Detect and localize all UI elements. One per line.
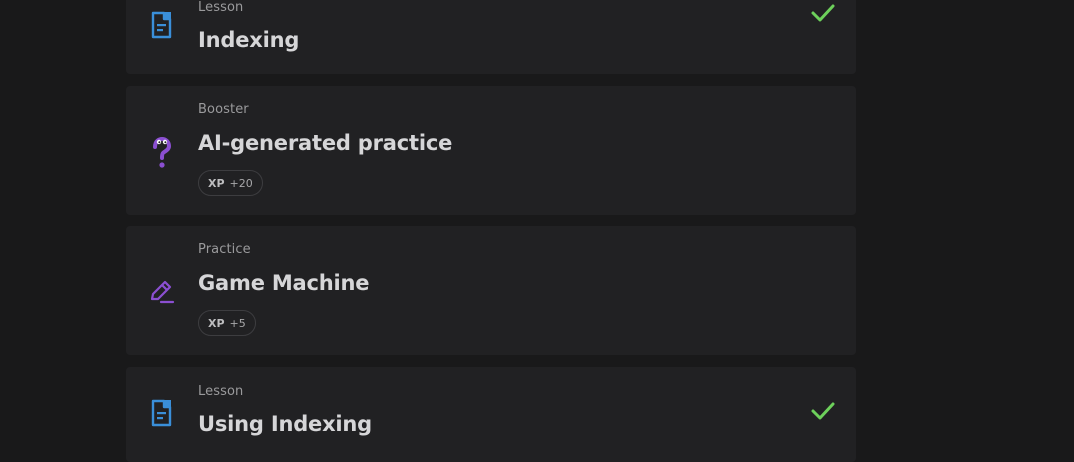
xp-label: XP [208, 316, 225, 330]
item-title: AI-generated practice [198, 131, 453, 155]
item-kind: Lesson [198, 384, 244, 399]
list-item-lesson-using-indexing[interactable]: Lesson Using Indexing [126, 367, 856, 462]
list-item-booster-ai-practice[interactable]: Booster AI-generated practice XP +20 [126, 86, 856, 215]
xp-label: XP [208, 176, 225, 190]
item-kind: Lesson [198, 0, 244, 15]
checkmark-icon [811, 402, 835, 420]
xp-value: +20 [229, 176, 253, 190]
item-kind: Booster [198, 102, 249, 117]
list-item-practice-game-machine[interactable]: Practice Game Machine XP +5 [126, 226, 856, 355]
item-title: Indexing [198, 28, 300, 52]
xp-value: +5 [229, 316, 246, 330]
xp-badge: XP +20 [198, 170, 263, 196]
item-kind: Practice [198, 242, 251, 257]
checkmark-icon [811, 4, 835, 22]
item-title: Using Indexing [198, 412, 373, 436]
list-item-lesson-indexing[interactable]: Lesson Indexing [126, 0, 856, 74]
item-title: Game Machine [198, 271, 370, 295]
document-icon [148, 8, 176, 42]
pencil-edit-icon [148, 274, 176, 308]
document-icon [148, 396, 176, 430]
question-mark-icon [148, 136, 176, 170]
xp-badge: XP +5 [198, 310, 256, 336]
